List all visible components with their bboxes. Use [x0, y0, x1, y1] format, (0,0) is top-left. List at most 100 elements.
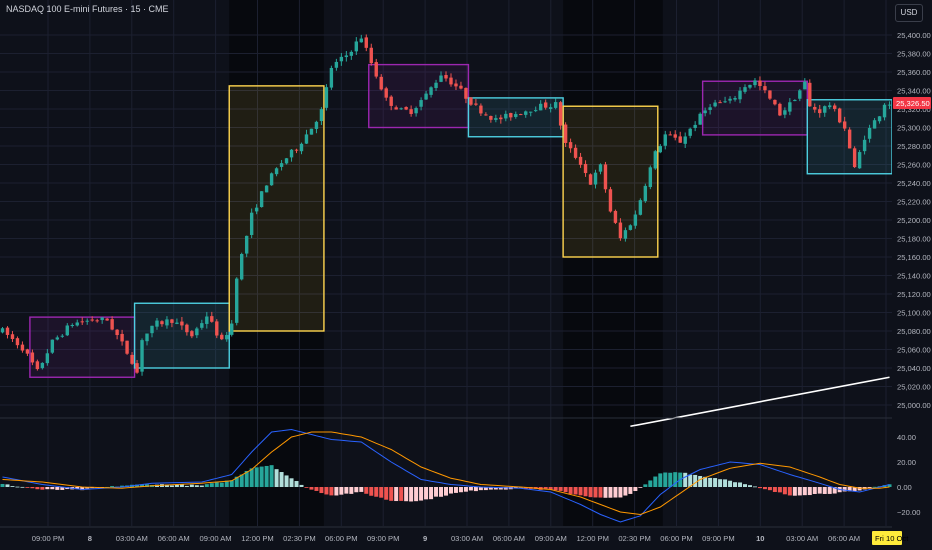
candle-body	[529, 111, 533, 113]
candle-body	[150, 325, 154, 334]
histogram-bar	[598, 487, 603, 498]
histogram-bar	[329, 487, 334, 496]
histogram-bar	[110, 486, 115, 487]
histogram-bar	[568, 487, 573, 494]
candle-body	[618, 222, 623, 239]
candle-body	[205, 316, 209, 324]
macd-tick-label: 40.00	[897, 433, 916, 442]
candle-body	[339, 56, 344, 62]
histogram-bar	[55, 487, 60, 490]
candle	[643, 183, 648, 203]
candle-body	[538, 103, 543, 111]
candle	[125, 340, 129, 355]
time-tick-label: 09:00 PM	[367, 534, 400, 543]
candle-body	[0, 328, 5, 333]
price-tick-label: 25,120.00	[897, 290, 931, 299]
candle-body	[190, 331, 194, 337]
candle-body	[867, 127, 872, 139]
time-tick-label: 09:00 AM	[535, 534, 567, 543]
histogram-bar	[653, 476, 658, 487]
histogram-bar	[219, 482, 224, 487]
histogram-bar	[553, 487, 558, 491]
candle-body	[170, 319, 174, 323]
candle-body	[588, 174, 593, 185]
candle-body	[449, 77, 453, 85]
histogram-bar	[10, 486, 15, 487]
histogram-bar	[324, 487, 329, 495]
histogram-bar	[169, 485, 174, 487]
histogram-bar	[468, 487, 473, 491]
session-box	[368, 63, 470, 129]
price-tick-label: 25,040.00	[897, 364, 931, 373]
candle-body	[364, 37, 368, 48]
candle	[852, 146, 857, 169]
histogram-bar	[807, 487, 812, 496]
candle-body	[678, 136, 682, 143]
histogram-bar	[603, 487, 608, 498]
candle-body	[80, 321, 84, 323]
candle-body	[663, 134, 667, 146]
candle	[249, 208, 254, 239]
histogram-bar	[693, 474, 698, 487]
candle-body	[728, 98, 732, 101]
candle-body	[160, 321, 164, 325]
price-tick-label: 25,140.00	[897, 272, 931, 281]
histogram-bar	[787, 487, 792, 496]
price-axis[interactable]: 25,000.00 25,020.00 25,040.00 25,060.00 25,0…	[892, 0, 932, 550]
histogram-bar	[757, 487, 762, 489]
candle-body	[354, 41, 359, 52]
currency-button[interactable]: USD	[895, 4, 923, 22]
time-axis[interactable]: 09:00 PM 8 03:00 AM 06:00 AM 09:00 AM 12:00 P…	[0, 526, 909, 550]
candle-body	[862, 139, 867, 152]
histogram-bar	[209, 483, 214, 487]
candle-body	[593, 172, 598, 185]
candle-body	[215, 321, 219, 336]
price-tick-label: 25,300.00	[897, 124, 931, 133]
candle-body	[10, 334, 15, 340]
candle-body	[210, 316, 214, 322]
histogram-bar	[344, 487, 349, 494]
candle-body	[329, 67, 334, 88]
histogram-bar	[713, 478, 718, 487]
histogram-bar	[304, 487, 309, 488]
candle-body	[793, 100, 797, 102]
candle-body	[304, 134, 309, 144]
histogram-bar	[473, 487, 478, 492]
histogram-bar	[439, 487, 444, 497]
candle-body	[289, 149, 294, 158]
candle-body	[519, 114, 523, 116]
candle-body	[573, 147, 578, 158]
candle-body	[877, 116, 882, 122]
trading-chart[interactable]: 25,000.00 25,020.00 25,040.00 25,060.00 25,0…	[0, 0, 932, 550]
candle-body	[499, 117, 503, 120]
session-box	[562, 105, 659, 258]
candle-body	[135, 363, 139, 373]
candle-body	[563, 124, 568, 143]
candle-body	[324, 87, 329, 108]
session-box	[228, 85, 325, 332]
candle-body	[733, 98, 737, 100]
candle-body	[344, 55, 349, 58]
candle-body	[409, 109, 413, 114]
histogram-bar	[767, 487, 772, 491]
candle-body	[180, 321, 184, 326]
histogram-bar	[424, 487, 429, 500]
candle-body	[753, 80, 757, 86]
histogram-bar	[613, 487, 618, 498]
histogram-bar	[389, 487, 394, 501]
candle-body	[583, 163, 588, 174]
candle-body	[269, 173, 274, 186]
highlight-band	[563, 0, 663, 526]
histogram-bar	[728, 480, 733, 487]
candle-body	[195, 328, 199, 336]
histogram-bar	[374, 487, 379, 497]
candle-body	[140, 340, 144, 372]
candle-body	[494, 118, 498, 120]
histogram-bar	[409, 487, 414, 502]
candle-body	[45, 353, 50, 364]
candle-body	[708, 107, 712, 110]
histogram-bar	[269, 465, 274, 487]
histogram-bar	[747, 485, 752, 487]
histogram-bar	[752, 486, 757, 488]
candle	[329, 65, 334, 90]
